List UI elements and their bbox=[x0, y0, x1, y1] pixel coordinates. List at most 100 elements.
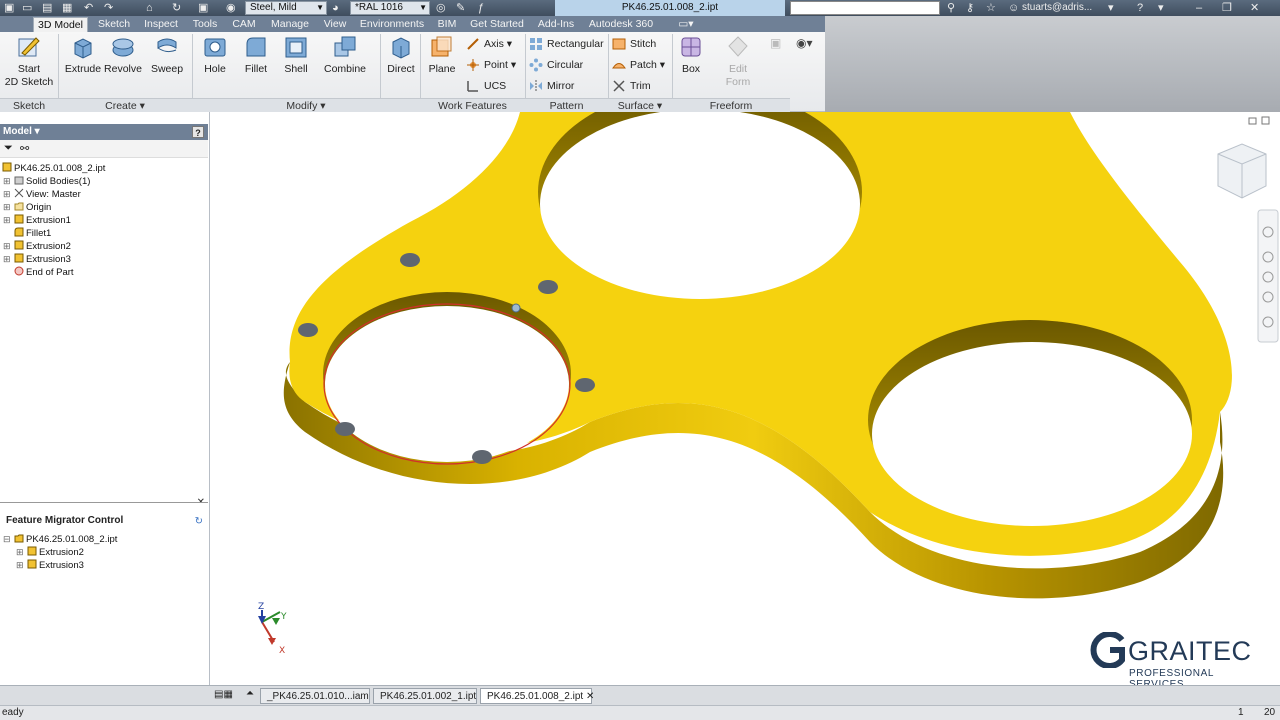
tab-add-ins[interactable]: Add-Ins bbox=[533, 17, 579, 32]
tree-item-fillet1[interactable]: Fillet1 bbox=[14, 227, 51, 240]
rectangular-pattern-button[interactable]: Rectangular bbox=[529, 35, 604, 53]
tree-item-root[interactable]: PK46.25.01.008_2.ipt bbox=[2, 162, 105, 175]
panel-label-surface[interactable]: Surface ▾ bbox=[608, 98, 672, 112]
minimize-icon[interactable]: – bbox=[1196, 0, 1202, 16]
viewcube[interactable] bbox=[1217, 143, 1267, 199]
open-documents-icon[interactable]: ⏶ bbox=[246, 688, 254, 699]
shell-button[interactable]: Shell bbox=[280, 34, 312, 76]
tile-windows-icon[interactable]: ▤▦ bbox=[214, 689, 233, 700]
tree-item-extrusion3[interactable]: Extrusion3 bbox=[14, 253, 71, 266]
chevron-down-icon[interactable]: ▾ bbox=[1158, 0, 1164, 16]
panel-label-create[interactable]: Create ▾ bbox=[58, 98, 192, 112]
ucs-button[interactable]: UCS bbox=[466, 77, 506, 95]
find-icon[interactable]: ⚯ bbox=[20, 142, 29, 155]
clear-override-icon[interactable]: ◎ bbox=[436, 0, 446, 16]
expand-icon[interactable]: ⊞ bbox=[3, 253, 11, 266]
graphics-viewport[interactable]: Z Y X GRAITEC PROFESSIONAL SERVICES bbox=[210, 112, 1280, 685]
appearance-dropdown[interactable]: *RAL 1016 ▼ bbox=[350, 1, 430, 15]
expand-icon[interactable]: ⊞ bbox=[3, 188, 11, 201]
part-model[interactable]: Z Y X bbox=[210, 112, 1280, 685]
tab-tools[interactable]: Tools bbox=[186, 17, 224, 32]
user-icon[interactable]: ☺ bbox=[1008, 0, 1019, 16]
document-tab-part-008[interactable]: PK46.25.01.008_2.ipt ✕ bbox=[480, 688, 594, 704]
subscription-icon[interactable]: ⚷ bbox=[966, 0, 974, 16]
edit-form-button[interactable]: Edit Form bbox=[720, 34, 756, 89]
save-icon[interactable]: ▦ bbox=[62, 0, 72, 16]
stitch-button[interactable]: Stitch bbox=[612, 35, 656, 53]
document-tab-part-002[interactable]: PK46.25.01.002_1.ipt bbox=[373, 688, 477, 704]
fmc-item-extrusion3[interactable]: Extrusion3 bbox=[27, 559, 84, 572]
circular-pattern-button[interactable]: Circular bbox=[529, 56, 583, 74]
tree-item-view[interactable]: View: Master bbox=[14, 188, 81, 201]
convert-icon[interactable]: ▣ bbox=[770, 36, 781, 50]
extrude-button[interactable]: Extrude bbox=[64, 34, 102, 76]
restore-icon[interactable]: ❐ bbox=[1222, 0, 1232, 16]
navigation-bar[interactable] bbox=[1257, 209, 1279, 343]
tab-bim[interactable]: BIM bbox=[432, 17, 462, 32]
close-icon[interactable]: ✕ bbox=[1250, 0, 1259, 16]
fillet-button[interactable]: Fillet bbox=[238, 34, 274, 76]
tree-item-origin[interactable]: Origin bbox=[14, 201, 51, 214]
home-icon[interactable]: ⌂ bbox=[146, 0, 153, 16]
start-2d-sketch-button[interactable]: Start 2D Sketch bbox=[4, 34, 54, 89]
material-dropdown[interactable]: Steel, Mild ▼ bbox=[245, 1, 327, 15]
tree-item-extrusion2[interactable]: Extrusion2 bbox=[14, 240, 71, 253]
tree-item-solid-bodies[interactable]: Solid Bodies(1) bbox=[14, 175, 90, 188]
chevron-down-icon[interactable]: ▾ bbox=[1108, 0, 1114, 16]
browser-header[interactable]: Model ▾ ? bbox=[0, 124, 208, 140]
tab-autodesk-360[interactable]: Autodesk 360 bbox=[584, 17, 658, 32]
window-controls[interactable] bbox=[1248, 116, 1270, 125]
search-icon[interactable]: ⚲ bbox=[947, 0, 955, 16]
point-button[interactable]: Point ▾ bbox=[466, 56, 516, 74]
tab-inspect[interactable]: Inspect bbox=[139, 17, 183, 32]
user-name[interactable]: stuarts@adris... bbox=[1022, 0, 1092, 16]
trim-button[interactable]: Trim bbox=[612, 77, 651, 95]
help-search-input[interactable] bbox=[790, 1, 940, 15]
help-icon[interactable]: ? bbox=[192, 126, 204, 138]
tab-cam[interactable]: CAM bbox=[228, 17, 260, 32]
refresh-icon[interactable]: ↻ bbox=[195, 516, 203, 527]
adjust-icon[interactable]: ✎ bbox=[456, 0, 465, 16]
tab-sketch[interactable]: Sketch bbox=[93, 17, 135, 32]
ribbon-settings-icon[interactable]: ◉▾ bbox=[796, 36, 813, 50]
open-icon[interactable]: ▤ bbox=[42, 0, 52, 16]
panel-label-modify[interactable]: Modify ▾ bbox=[192, 98, 420, 112]
tab-get-started[interactable]: Get Started bbox=[466, 17, 528, 32]
expand-icon[interactable]: ⊞ bbox=[3, 175, 11, 188]
sweep-button[interactable]: Sweep bbox=[148, 34, 186, 76]
tab-3d-model[interactable]: 3D Model bbox=[33, 17, 88, 32]
expand-icon[interactable]: ⊞ bbox=[3, 240, 11, 253]
star-icon[interactable]: ☆ bbox=[986, 0, 996, 16]
tab-environments[interactable]: Environments bbox=[356, 17, 428, 32]
expand-icon[interactable]: ⊞ bbox=[16, 546, 24, 559]
close-icon[interactable]: ✕ bbox=[586, 691, 594, 702]
fmc-item-root[interactable]: PK46.25.01.008_2.ipt bbox=[14, 533, 117, 546]
app-button[interactable] bbox=[3, 17, 33, 32]
expand-icon[interactable]: ⊞ bbox=[3, 201, 11, 214]
ribbon-options-icon[interactable]: ▭▾ bbox=[676, 17, 696, 32]
plane-button[interactable]: Plane bbox=[424, 34, 460, 76]
mirror-button[interactable]: Mirror bbox=[529, 77, 574, 95]
axis-button[interactable]: Axis ▾ bbox=[466, 35, 512, 53]
fmc-item-extrusion2[interactable]: Extrusion2 bbox=[27, 546, 84, 559]
direct-button[interactable]: Direct bbox=[384, 34, 418, 76]
fx-icon[interactable]: ƒ bbox=[478, 0, 484, 16]
tree-item-extrusion1[interactable]: Extrusion1 bbox=[14, 214, 71, 227]
document-tab-assembly[interactable]: _PK46.25.01.010...iam bbox=[260, 688, 370, 704]
filter-icon[interactable]: ⏷ bbox=[4, 142, 13, 155]
collapse-icon[interactable]: ⊟ bbox=[3, 533, 11, 546]
combine-button[interactable]: Combine bbox=[322, 34, 368, 76]
redo-icon[interactable]: ↷ bbox=[104, 0, 113, 16]
expand-icon[interactable]: ⊞ bbox=[3, 214, 11, 227]
tab-manage[interactable]: Manage bbox=[264, 17, 316, 32]
new-icon[interactable]: ▭ bbox=[22, 0, 32, 16]
box-button[interactable]: Box bbox=[674, 34, 708, 76]
hole-button[interactable]: Hole bbox=[198, 34, 232, 76]
help-icon[interactable]: ? bbox=[1137, 0, 1143, 16]
expand-icon[interactable]: ⊞ bbox=[16, 559, 24, 572]
revolve-button[interactable]: Revolve bbox=[103, 34, 143, 76]
undo-icon[interactable]: ↶ bbox=[84, 0, 93, 16]
patch-button[interactable]: Patch ▾ bbox=[612, 56, 665, 74]
app-menu-icon[interactable]: ▣ bbox=[4, 0, 14, 16]
select-icon[interactable]: ▣ bbox=[198, 0, 208, 16]
